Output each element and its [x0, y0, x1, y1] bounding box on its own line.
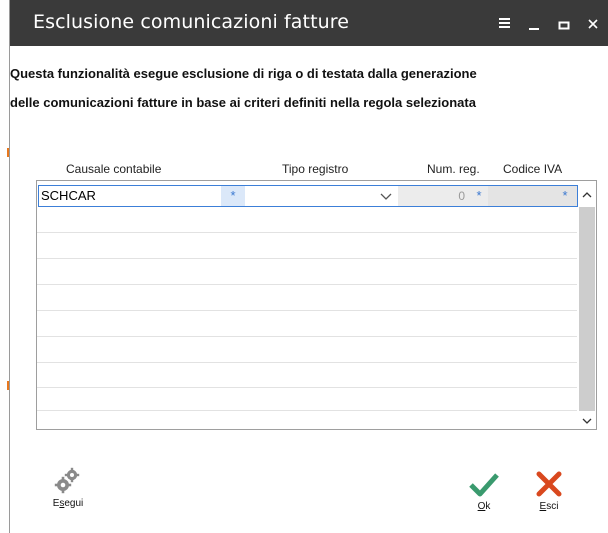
- ok-label: Ok: [477, 501, 491, 512]
- grid-row-divider: [37, 258, 577, 259]
- ok-button[interactable]: Ok: [466, 467, 502, 513]
- causale-wildcard-button[interactable]: *: [221, 186, 245, 206]
- maximize-icon[interactable]: [557, 12, 571, 34]
- scroll-down-icon[interactable]: [578, 413, 596, 429]
- checkmark-icon: [468, 471, 500, 499]
- scrollbar-thumb[interactable]: [579, 207, 595, 411]
- grid-row-divider: [37, 410, 577, 411]
- esci-button[interactable]: Esci: [531, 467, 567, 513]
- num-reg-wildcard-button[interactable]: *: [469, 186, 489, 206]
- causale-input[interactable]: SCHCAR: [38, 185, 245, 207]
- esci-label: Esci: [539, 501, 559, 512]
- description-line-1: Questa funzionalità esegue esclusione di…: [10, 66, 477, 81]
- grid-row-divider: [37, 232, 577, 233]
- column-header-causale: Causale contabile: [66, 162, 162, 176]
- grid-row-divider: [37, 310, 577, 311]
- codice-iva-wildcard-button[interactable]: *: [555, 186, 575, 206]
- column-header-tipo-registro: Tipo registro: [282, 162, 349, 176]
- title-bar: Esclusione comunicazioni fatture: [10, 0, 608, 46]
- chevron-down-icon[interactable]: [375, 186, 397, 206]
- esegui-button[interactable]: Esegui: [40, 464, 96, 512]
- column-header-codice-iva: Codice IVA: [503, 162, 563, 176]
- x-icon: [535, 471, 563, 497]
- grid-row-divider: [37, 362, 577, 363]
- num-reg-value: 0: [458, 189, 465, 203]
- esegui-label: Esegui: [52, 498, 84, 509]
- vertical-scrollbar[interactable]: [578, 181, 596, 429]
- menu-icon[interactable]: [497, 12, 513, 34]
- window-title: Esclusione comunicazioni fatture: [33, 11, 350, 33]
- grid-row-divider: [37, 284, 577, 285]
- gears-icon: [54, 466, 82, 494]
- grid-row-divider: [37, 336, 577, 337]
- scroll-up-icon[interactable]: [578, 185, 596, 203]
- column-header-num-reg: Num. reg.: [427, 162, 480, 176]
- rules-grid: SCHCAR * 0 * *: [36, 180, 597, 430]
- close-icon[interactable]: [586, 12, 600, 34]
- description-line-2: delle comunicazioni fatture in base ai c…: [10, 95, 476, 110]
- minimize-icon[interactable]: [527, 12, 541, 34]
- grid-row-divider: [37, 387, 577, 388]
